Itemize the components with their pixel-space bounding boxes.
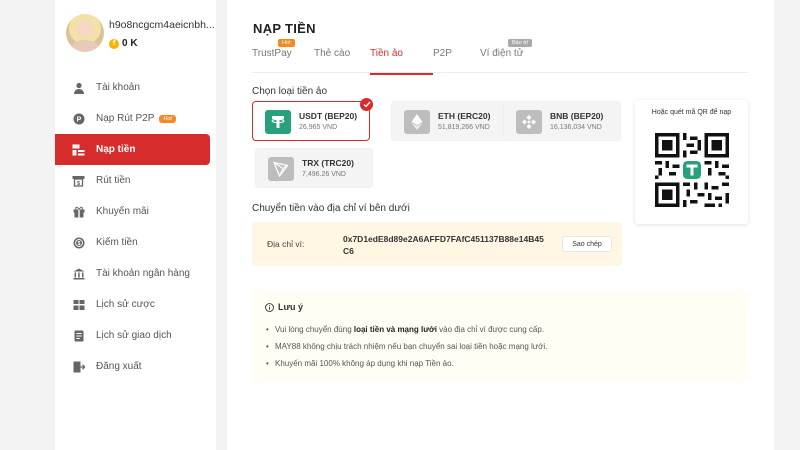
main-panel: NẠP TIỀN TrustPay Hot Thẻ cào Tiền ảo P2… <box>227 0 774 450</box>
note-item: Khuyến mãi 100% không áp dụng khi nạp Ti… <box>265 358 547 375</box>
svg-text:P: P <box>76 116 81 123</box>
money-icon: $ <box>72 236 85 249</box>
copy-button[interactable]: Sao chép <box>562 236 612 252</box>
trx-icon <box>268 157 294 181</box>
tab-trustpay[interactable]: TrustPay Hot <box>252 39 314 70</box>
deposit-tabs: TrustPay Hot Thẻ cào Tiền ảo P2P Ví điện… <box>252 39 540 75</box>
qr-label: Hoặc quét mã QR để nạp <box>651 109 732 116</box>
sidebar-item-transaction-history[interactable]: Lịch sử giao dịch <box>55 320 216 351</box>
tab-label: Thẻ cào <box>314 48 351 59</box>
check-icon <box>360 98 373 111</box>
qr-code-icon[interactable] <box>655 133 729 207</box>
svg-text:$: $ <box>77 241 80 247</box>
logout-icon <box>72 360 85 373</box>
sidebar-item-account[interactable]: Tài khoản <box>55 72 216 103</box>
coin-price: 51,819,266 VND <box>438 124 490 131</box>
sidebar-item-logout[interactable]: Đăng xuất <box>55 351 216 382</box>
address-label: Địa chỉ ví: <box>267 239 305 249</box>
tab-crypto[interactable]: Tiền ảo <box>370 48 433 75</box>
note-title: Lưu ý <box>265 302 303 312</box>
hot-badge: Hot <box>159 114 176 123</box>
note-item: MAY88 không chịu trách nhiệm nếu bạn chu… <box>265 341 547 358</box>
sidebar-item-label: Lịch sử cược <box>96 299 155 310</box>
sidebar-menu: Tài khoản P Nạp Rút P2P Hot Nạp tiền $ R… <box>55 72 216 382</box>
sidebar-item-deposit[interactable]: Nạp tiền <box>55 134 210 165</box>
sidebar-item-label: Nạp tiền <box>96 144 136 155</box>
coin-name: BNB (BEP20) <box>550 111 604 121</box>
sidebar-item-label: Tài khoản ngân hàng <box>96 268 190 279</box>
note-item: Vui lòng chuyển đúng loại tiền và mạng l… <box>265 324 547 341</box>
note-list: Vui lòng chuyển đúng loại tiền và mạng l… <box>265 324 547 375</box>
tab-label: P2P <box>433 48 452 59</box>
bank-icon <box>72 267 85 280</box>
tab-divider <box>252 72 748 73</box>
coin-card-trx[interactable]: TRX (TRC20) 7,496.26 VND <box>255 148 373 188</box>
tab-label: Tiền ảo <box>370 48 403 59</box>
eth-icon <box>404 110 430 134</box>
deposit-icon <box>72 143 85 156</box>
user-profile: h9o8ncgcm4aeicnbh... ₫ 0 K <box>66 14 216 54</box>
user-icon <box>72 81 85 94</box>
username: h9o8ncgcm4aeicnbh... <box>109 19 215 31</box>
sidebar-item-label: Khuyến mãi <box>96 206 149 217</box>
bet-history-icon <box>72 298 85 311</box>
sidebar: h9o8ncgcm4aeicnbh... ₫ 0 K Tài khoản P N… <box>55 0 216 450</box>
wallet-address[interactable]: 0x7D1edE8d89e2A6AFFD7FAfC451137B88e14B45… <box>343 233 548 257</box>
tab-p2p[interactable]: P2P <box>433 48 480 70</box>
sidebar-item-earn[interactable]: $ Kiếm tiền <box>55 227 216 258</box>
coin-name: ETH (ERC20) <box>438 111 491 121</box>
coin-card-usdt[interactable]: USDT (BEP20) 26,965 VND <box>252 98 373 141</box>
tab-label: TrustPay <box>252 48 292 59</box>
coin-card-bnb[interactable]: BNB (BEP20) 16,136,034 VND <box>503 101 621 141</box>
gift-icon <box>72 205 85 218</box>
sidebar-item-label: Kiếm tiền <box>96 237 138 248</box>
sidebar-item-bet-history[interactable]: Lịch sử cược <box>55 289 216 320</box>
withdraw-icon: $ <box>72 174 85 187</box>
usdt-icon <box>265 110 291 134</box>
sidebar-item-label: Đăng xuất <box>96 361 142 372</box>
balance: ₫ 0 K <box>109 38 138 49</box>
wallet-address-box: Địa chỉ ví: 0x7D1edE8d89e2A6AFFD7FAfC451… <box>252 222 622 266</box>
sidebar-item-p2p[interactable]: P Nạp Rút P2P Hot <box>55 103 216 134</box>
sidebar-item-label: Lịch sử giao dịch <box>96 330 172 341</box>
sidebar-item-bank-account[interactable]: Tài khoản ngân hàng <box>55 258 216 289</box>
hot-badge: Hot <box>278 39 295 47</box>
sidebar-item-promotion[interactable]: Khuyến mãi <box>55 196 216 227</box>
tab-scratch-card[interactable]: Thẻ cào <box>314 48 370 70</box>
page-title: NẠP TIỀN <box>253 21 316 36</box>
transaction-history-icon <box>72 329 85 342</box>
coin-price: 7,496.26 VND <box>302 171 346 178</box>
sidebar-item-withdraw[interactable]: $ Rút tiền <box>55 165 216 196</box>
sidebar-item-label: Nạp Rút P2P <box>96 113 155 124</box>
sidebar-item-label: Tài khoản <box>96 82 140 93</box>
tab-e-wallet[interactable]: Ví điện tử Bảo trì <box>480 39 540 70</box>
coin-icon: ₫ <box>109 38 119 49</box>
coin-name: TRX (TRC20) <box>302 158 354 168</box>
info-icon <box>265 302 274 312</box>
p2p-icon: P <box>72 112 85 125</box>
avatar[interactable] <box>66 14 104 52</box>
tab-label: Ví điện tử <box>480 48 524 59</box>
crypto-section-label: Chọn loại tiền ảo <box>252 86 328 97</box>
sidebar-item-label: Rút tiền <box>96 175 131 186</box>
note-box: Lưu ý Vui lòng chuyển đúng loại tiền và … <box>252 290 748 382</box>
coin-price: 26,965 VND <box>299 124 338 131</box>
qr-panel: Hoặc quét mã QR để nạp <box>635 100 748 224</box>
coin-price: 16,136,034 VND <box>550 124 602 131</box>
note-title-text: Lưu ý <box>278 302 304 312</box>
transfer-section-label: Chuyển tiền vào địa chỉ ví bên dưới <box>252 203 410 214</box>
bnb-icon <box>516 110 542 134</box>
maintenance-badge: Bảo trì <box>508 39 533 47</box>
balance-value: 0 K <box>122 38 138 49</box>
coin-card-eth[interactable]: ETH (ERC20) 51,819,266 VND <box>391 101 509 141</box>
coin-name: USDT (BEP20) <box>299 111 358 121</box>
svg-text:$: $ <box>77 181 80 187</box>
